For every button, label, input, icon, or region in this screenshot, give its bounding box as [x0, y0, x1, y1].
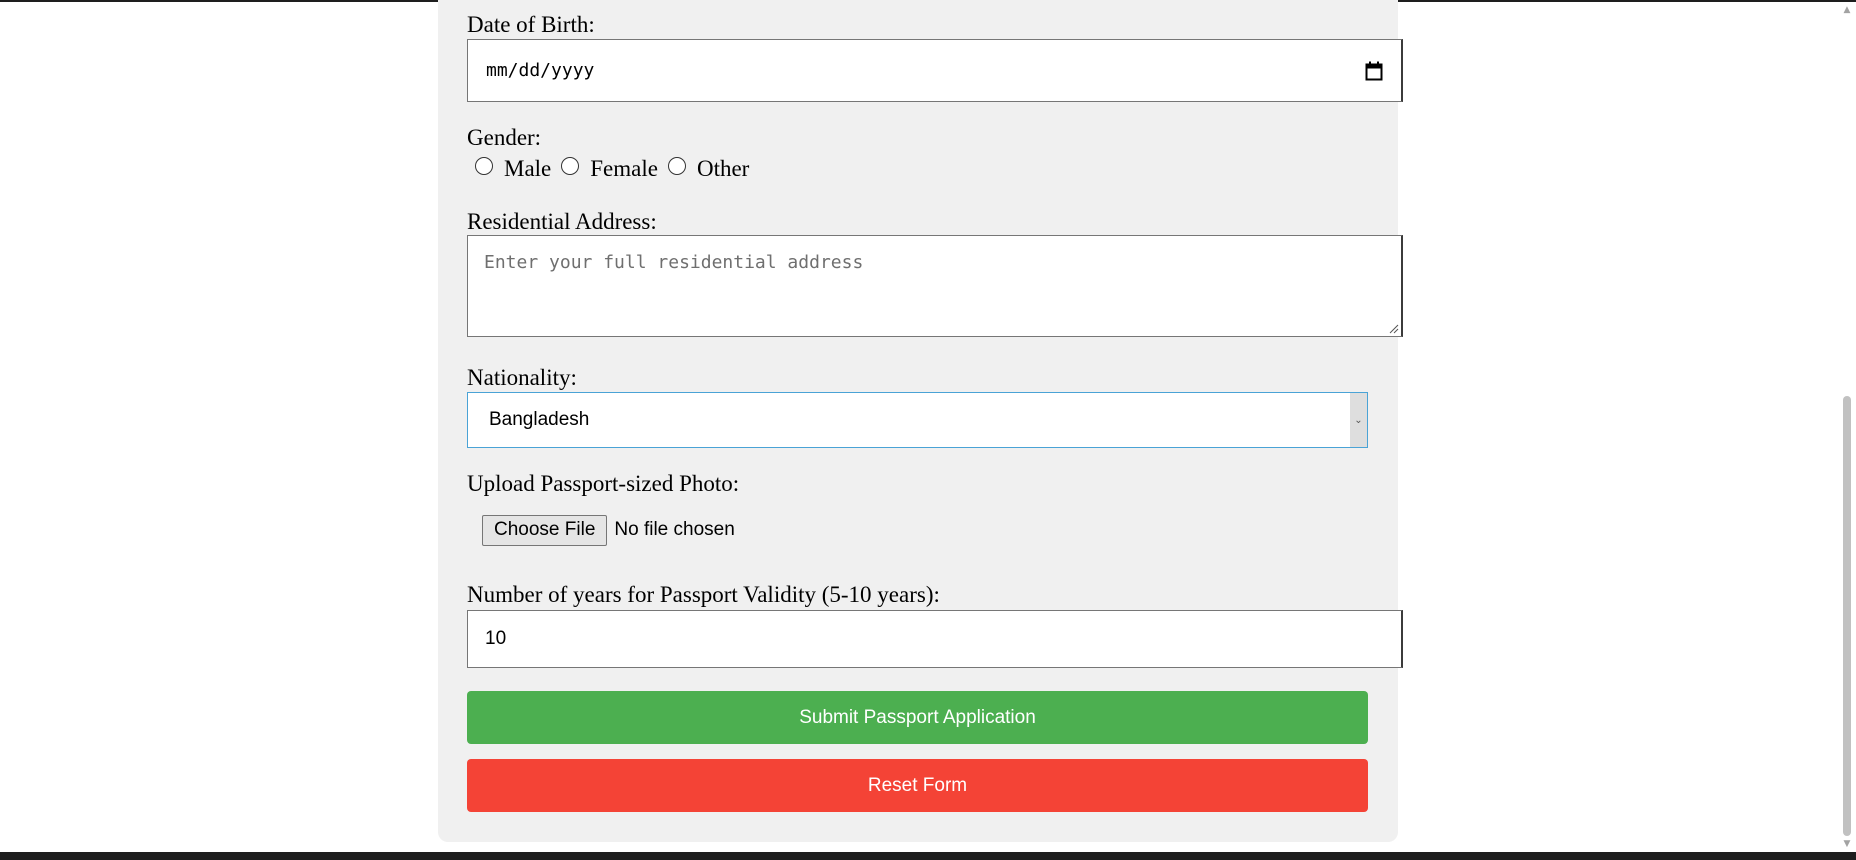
- dob-date-input[interactable]: mm/dd/yyyy: [467, 39, 1403, 102]
- validity-label: Number of years for Passport Validity (5…: [467, 582, 940, 607]
- validity-number-input[interactable]: 10: [467, 610, 1403, 668]
- gender-radio-group: Male Female Other: [467, 154, 751, 184]
- scrollbar-thumb[interactable]: [1843, 396, 1851, 836]
- other-radio[interactable]: [667, 157, 686, 175]
- scroll-up-arrow-icon[interactable]: ▲: [1838, 2, 1856, 18]
- page-scrollbar[interactable]: ▲ ▼: [1838, 2, 1856, 852]
- female-radio[interactable]: [561, 157, 580, 175]
- reset-form-button[interactable]: Reset Form: [467, 759, 1368, 812]
- nationality-label: Nationality:: [467, 365, 577, 390]
- validity-value: 10: [485, 628, 507, 649]
- dob-label: Date of Birth:: [467, 12, 595, 37]
- chevron-down-icon: ⌄: [1354, 414, 1363, 426]
- scroll-down-arrow-icon[interactable]: ▼: [1838, 836, 1856, 852]
- male-radio[interactable]: [475, 157, 493, 175]
- file-status-text: No file chosen: [614, 519, 735, 540]
- submit-application-button[interactable]: Submit Passport Application: [467, 691, 1368, 744]
- dob-placeholder: mm/dd/yyyy: [486, 60, 595, 81]
- photo-label: Upload Passport-sized Photo:: [467, 471, 740, 496]
- gender-option-male[interactable]: Male: [467, 156, 551, 182]
- nationality-selected-value: Bangladesh: [489, 409, 590, 430]
- female-label: Female: [590, 156, 658, 181]
- photo-file-input[interactable]: Choose File No file chosen: [482, 514, 735, 546]
- male-label: Male: [504, 156, 552, 181]
- select-arrow-box[interactable]: ⌄: [1350, 393, 1367, 447]
- gender-label: Gender:: [467, 125, 542, 150]
- taskbar-edge: [0, 852, 1856, 860]
- gender-option-other[interactable]: Other: [660, 156, 749, 182]
- gender-option-female[interactable]: Female: [553, 156, 658, 182]
- other-label: Other: [696, 156, 750, 181]
- nationality-select[interactable]: Bangladesh ⌄: [467, 392, 1368, 448]
- resize-grip-icon[interactable]: [1389, 324, 1399, 334]
- address-label: Residential Address:: [467, 209, 657, 234]
- calendar-icon[interactable]: [1365, 61, 1383, 81]
- choose-file-button[interactable]: Choose File: [482, 514, 608, 546]
- address-placeholder: Enter your full residential address: [484, 252, 864, 273]
- address-textarea[interactable]: Enter your full residential address: [467, 235, 1403, 337]
